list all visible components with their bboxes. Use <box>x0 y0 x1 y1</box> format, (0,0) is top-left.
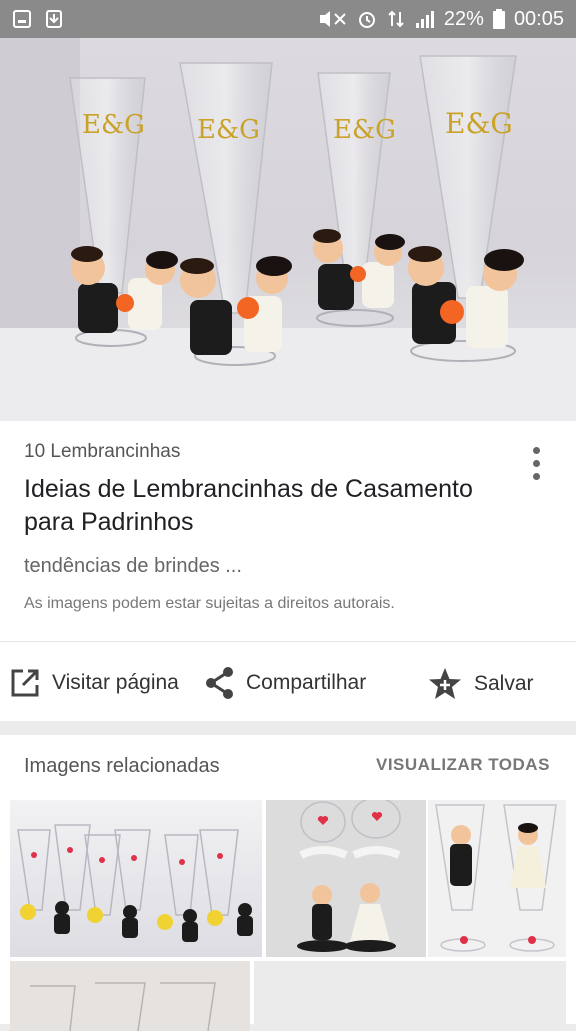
related-image-4-art <box>30 982 216 1031</box>
wedding-glasses-photo: E&G E&G E&G E&G <box>0 38 576 421</box>
result-subtitle: tendências de brindes ... <box>24 555 242 577</box>
related-image-2-art <box>297 800 401 952</box>
more-options-dot <box>532 460 540 467</box>
share-button[interactable]: Compartilhar <box>204 666 366 700</box>
open-in-new-icon <box>11 669 39 697</box>
svg-text:E&G: E&G <box>445 107 513 140</box>
star-plus-icon <box>429 668 461 699</box>
related-images-title: Imagens relacionadas <box>24 755 220 777</box>
battery-icon <box>492 9 505 29</box>
status-bar: 22% 00:05 <box>0 0 576 38</box>
save-label: Salvar <box>474 672 534 695</box>
svg-text:E&G: E&G <box>197 115 260 145</box>
visit-page-label: Visitar página <box>52 671 179 694</box>
battery-percent: 22% <box>443 7 484 30</box>
related-image-1-art <box>17 824 253 942</box>
alarm-icon <box>358 12 375 28</box>
result-title[interactable]: Ideias de Lembrancinhas de Casamento par… <box>24 473 504 539</box>
nfc-mute-icon <box>319 11 346 27</box>
clock: 00:05 <box>513 7 564 30</box>
share-icon <box>206 667 233 699</box>
status-right-icons: 22% 00:05 <box>318 8 564 31</box>
related-image-4[interactable] <box>10 961 250 1031</box>
svg-text:E&G: E&G <box>82 110 145 140</box>
signal-icon <box>415 11 434 28</box>
save-button[interactable]: Salvar <box>426 666 534 702</box>
source-site[interactable]: 10 Lembrancinhas <box>24 441 180 463</box>
copyright-notice: As imagens podem estar sujeitas a direit… <box>24 595 395 612</box>
notification-icon <box>13 10 31 28</box>
related-image-2[interactable] <box>266 800 426 957</box>
more-options-icon <box>532 447 540 454</box>
related-images-section: Imagens relacionadas VISUALIZAR TODAS <box>0 735 576 1031</box>
more-options-dot <box>532 473 540 480</box>
view-all-button[interactable]: VISUALIZAR TODAS <box>376 755 550 775</box>
data-transfer-icon <box>388 10 404 28</box>
more-options-button[interactable] <box>520 443 552 483</box>
share-label: Compartilhar <box>246 671 367 694</box>
status-left-icons <box>12 9 64 29</box>
hero-image[interactable]: E&G E&G E&G E&G <box>0 38 576 421</box>
related-image-3[interactable] <box>428 800 566 957</box>
download-icon <box>46 10 62 28</box>
svg-text:E&G: E&G <box>333 115 396 145</box>
visit-page-button[interactable]: Visitar página <box>8 666 179 700</box>
related-image-3-art <box>435 804 557 952</box>
related-image-5[interactable] <box>254 961 566 1031</box>
action-bar: Visitar página Compartilhar Salvar <box>0 642 576 720</box>
result-card: 10 Lembrancinhas Ideias de Lembrancinhas… <box>0 421 576 721</box>
related-image-1[interactable] <box>10 800 262 957</box>
